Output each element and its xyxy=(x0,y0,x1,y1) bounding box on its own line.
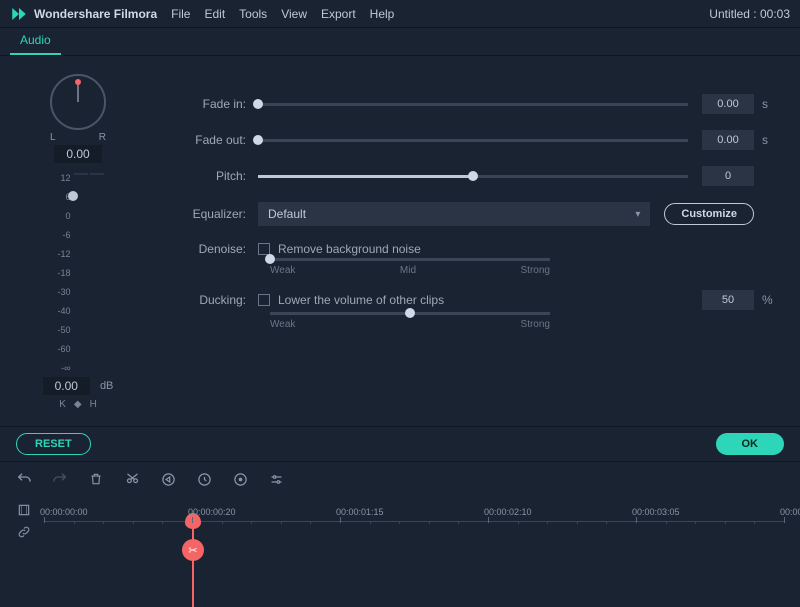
timeline-toolbar xyxy=(0,462,800,496)
tab-bar: Audio xyxy=(0,28,800,56)
equalizer-value: Default xyxy=(268,207,306,221)
ducking-unit: % xyxy=(762,293,782,307)
timeline: ✂ 00:00:00:0000:00:00:2000:00:01:1500:00… xyxy=(0,496,800,540)
menubar: Wondershare Filmora File Edit Tools View… xyxy=(0,0,800,28)
equalizer-label: Equalizer: xyxy=(168,207,258,221)
menu-view[interactable]: View xyxy=(281,7,307,21)
app-name: Wondershare Filmora xyxy=(34,7,157,21)
denoise-label: Denoise: xyxy=(168,242,258,256)
timecode-label: 00:00:01:15 xyxy=(336,507,384,517)
fade-in-label: Fade in: xyxy=(168,97,258,111)
pitch-value[interactable]: 0 xyxy=(702,166,754,186)
customize-button[interactable]: Customize xyxy=(664,203,754,225)
fade-out-unit: s xyxy=(762,133,782,147)
fade-out-value[interactable]: 0.00 xyxy=(702,130,754,150)
gain-unit: dB xyxy=(100,380,113,392)
next-keyframe-icon[interactable]: H xyxy=(90,399,97,410)
fade-in-value[interactable]: 0.00 xyxy=(702,94,754,114)
timecode-label: 00:00:03:05 xyxy=(632,507,680,517)
pan-lr-labels: L R xyxy=(50,132,106,143)
ducking-marks: Weak Strong xyxy=(270,319,550,330)
link-icon[interactable] xyxy=(16,524,32,540)
prev-keyframe-icon[interactable]: K xyxy=(59,399,66,410)
denoise-slider[interactable] xyxy=(270,258,550,261)
document-title: Untitled : 00:03 xyxy=(709,7,790,21)
menu-export[interactable]: Export xyxy=(321,7,356,21)
fade-out-label: Fade out: xyxy=(168,133,258,147)
fade-out-slider[interactable] xyxy=(258,139,688,142)
denoise-check-label: Remove background noise xyxy=(278,242,421,256)
menu-file[interactable]: File xyxy=(171,7,190,21)
redo-icon[interactable] xyxy=(52,471,68,487)
keyframe-nav: K ◆ H xyxy=(59,399,97,410)
chevron-down-icon: ▾ xyxy=(635,209,640,220)
menu-help[interactable]: Help xyxy=(370,7,395,21)
crop-icon[interactable] xyxy=(160,471,176,487)
pan-l-label: L xyxy=(50,132,56,143)
media-bin-icon[interactable] xyxy=(16,502,32,518)
pitch-label: Pitch: xyxy=(168,169,258,183)
denoise-marks: Weak Mid Strong xyxy=(270,265,550,276)
meter-scale: 12 6 0 -6 -12 -18 -30 -40 -50 -60 -∞ xyxy=(53,173,71,373)
tab-audio[interactable]: Audio xyxy=(10,27,61,55)
timecode-label: 00:00:02:10 xyxy=(484,507,532,517)
timecode-label: 00:00:04:00 xyxy=(780,507,800,517)
pan-value[interactable]: 0.00 xyxy=(54,145,101,163)
fade-in-unit: s xyxy=(762,97,782,111)
pitch-slider[interactable] xyxy=(258,175,688,178)
add-keyframe-icon[interactable]: ◆ xyxy=(74,399,82,410)
settings-icon[interactable] xyxy=(268,471,284,487)
pan-r-label: R xyxy=(99,132,106,143)
timeline-ruler[interactable]: ✂ 00:00:00:0000:00:00:2000:00:01:1500:00… xyxy=(44,507,784,535)
app-logo-icon xyxy=(10,5,28,23)
meter-left xyxy=(74,173,88,175)
menu-tools[interactable]: Tools xyxy=(239,7,267,21)
channel-column: L R 0.00 12 6 0 -6 -12 -18 -30 -40 -50 -… xyxy=(18,74,138,418)
ducking-label: Ducking: xyxy=(168,293,258,307)
menu-edit[interactable]: Edit xyxy=(204,7,225,21)
undo-icon[interactable] xyxy=(16,471,32,487)
timecode-label: 00:00:00:20 xyxy=(188,507,236,517)
record-icon[interactable] xyxy=(232,471,248,487)
ducking-value[interactable]: 50 xyxy=(702,290,754,310)
timecode-label: 00:00:00:00 xyxy=(40,507,88,517)
speed-icon[interactable] xyxy=(196,471,212,487)
reset-button[interactable]: RESET xyxy=(16,433,91,455)
fade-in-slider[interactable] xyxy=(258,103,688,106)
scissors-badge-icon[interactable]: ✂ xyxy=(182,539,204,561)
action-bar: RESET OK xyxy=(0,426,800,462)
gain-value[interactable]: 0.00 xyxy=(43,377,90,395)
gain-slider-thumb[interactable] xyxy=(68,191,78,201)
pan-knob[interactable] xyxy=(50,74,106,130)
audio-form: Fade in: 0.00 s Fade out: 0.00 s Pitch: … xyxy=(168,74,782,418)
ok-button[interactable]: OK xyxy=(716,433,785,455)
ducking-check-label: Lower the volume of other clips xyxy=(278,293,444,307)
ducking-checkbox[interactable] xyxy=(258,294,270,306)
level-meters: 12 6 0 -6 -12 -18 -30 -40 -50 -60 -∞ xyxy=(53,173,104,373)
delete-icon[interactable] xyxy=(88,471,104,487)
meter-right xyxy=(90,173,104,175)
audio-panel: L R 0.00 12 6 0 -6 -12 -18 -30 -40 -50 -… xyxy=(0,56,800,426)
ducking-slider[interactable] xyxy=(270,312,550,315)
cut-icon[interactable] xyxy=(124,471,140,487)
equalizer-select[interactable]: Default ▾ xyxy=(258,202,650,226)
